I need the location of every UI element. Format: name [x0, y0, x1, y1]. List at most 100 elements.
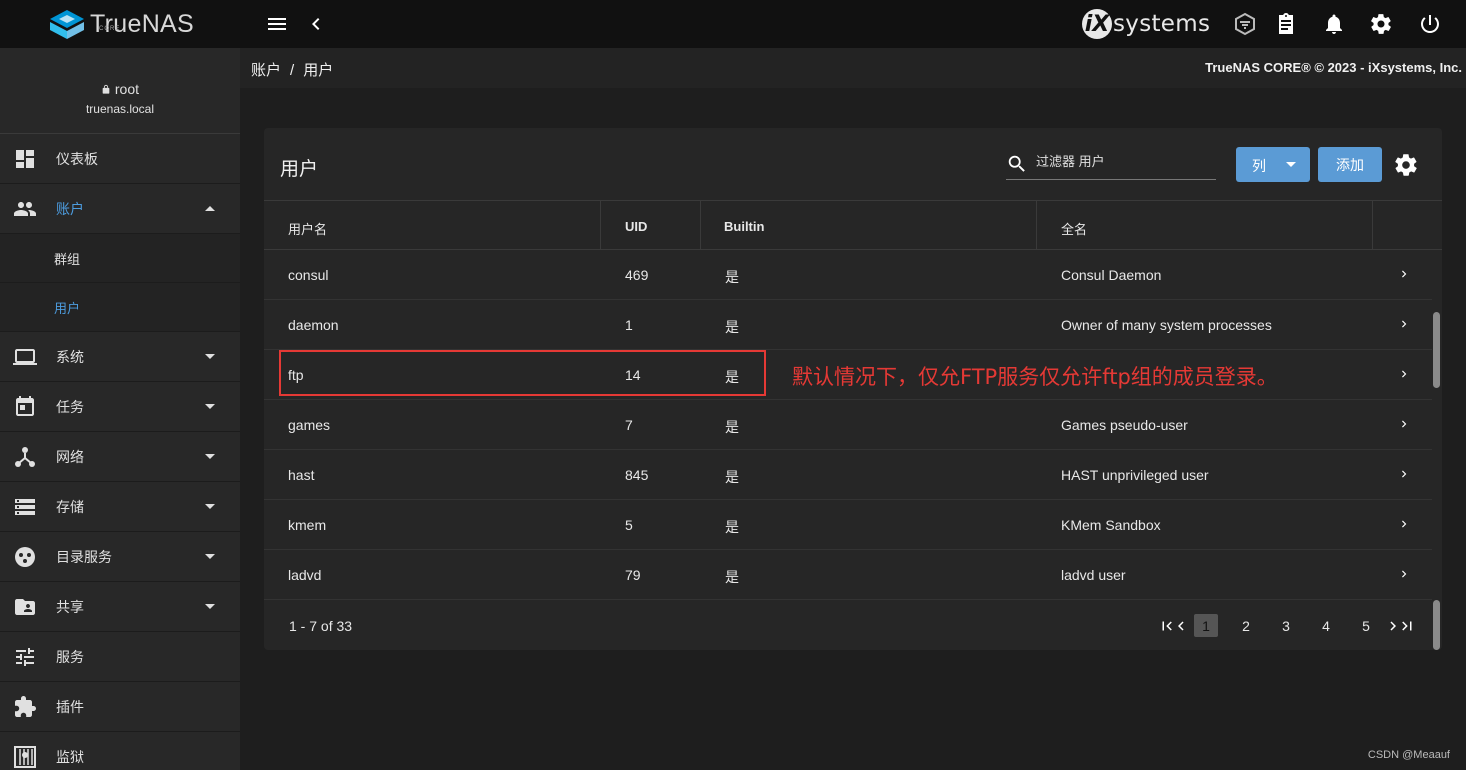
chevron-right-icon[interactable] [1397, 367, 1411, 381]
page-button[interactable]: 5 [1354, 614, 1378, 637]
cell-fullname: Games pseudo-user [1061, 417, 1188, 433]
columns-button-label: 列 [1252, 158, 1266, 174]
gear-icon[interactable] [1369, 12, 1393, 36]
search-icon [1008, 155, 1025, 172]
user-name-text: root [114, 81, 139, 97]
search-input[interactable] [1036, 154, 1211, 169]
cell-uid: 469 [625, 267, 649, 283]
calendar-icon [16, 396, 34, 416]
menu-icon[interactable] [265, 12, 289, 36]
directory-icon [15, 547, 35, 567]
storage-icon [15, 499, 35, 515]
chevron-right-icon[interactable] [1397, 317, 1411, 331]
sidebar-item-label: 监狱 [56, 748, 84, 765]
power-icon[interactable] [1418, 12, 1442, 36]
sidebar-item-storage[interactable]: 存储 [0, 482, 240, 532]
table-row[interactable]: consul 469 是 Consul Daemon [264, 250, 1432, 300]
truecommand-icon[interactable] [1233, 12, 1257, 36]
table-settings-gear-icon[interactable] [1393, 152, 1419, 178]
sidebar-item-dashboard[interactable]: 仪表板 [0, 134, 240, 184]
sidebar-subitem-users[interactable]: 用户 [0, 283, 240, 332]
table-row[interactable]: daemon 1 是 Owner of many system processe… [264, 300, 1432, 350]
logo-text: TrueNAS [90, 9, 194, 38]
sidebar-item-system[interactable]: 系统 [0, 332, 240, 382]
table-body: consul 469 是 Consul Daemon daemon 1 是 Ow… [264, 250, 1432, 600]
sidebar-item-label: 目录服务 [56, 548, 112, 565]
cell-builtin: 是 [725, 569, 739, 585]
page-button[interactable]: 1 [1194, 614, 1218, 637]
cell-uid: 5 [625, 517, 633, 533]
sidebar-item-tasks[interactable]: 任务 [0, 382, 240, 432]
user-name: root [0, 81, 240, 97]
page-scrollbar[interactable] [1433, 600, 1440, 650]
columns-button[interactable]: 列 [1236, 147, 1310, 182]
breadcrumb-users: 用户 [303, 62, 334, 79]
breadcrumb: 账户 / 用户 [251, 59, 333, 80]
cell-builtin: 是 [725, 269, 739, 285]
sidebar-item-jails[interactable]: 监狱 [0, 732, 240, 770]
cell-builtin: 是 [725, 469, 739, 485]
chevron-up-icon [205, 206, 215, 211]
network-icon [15, 447, 35, 467]
page-title: 用户 [280, 159, 319, 180]
sidebar-item-directory-services[interactable]: 目录服务 [0, 532, 240, 582]
previous-page-icon[interactable] [1172, 617, 1190, 635]
sidebar-item-sharing[interactable]: 共享 [0, 582, 240, 632]
column-header-uid[interactable]: UID [601, 201, 701, 250]
puzzle-icon [15, 696, 36, 717]
column-header-username[interactable]: 用户名 [264, 201, 601, 250]
table-row[interactable]: games 7 是 Games pseudo-user [264, 400, 1432, 450]
truenas-logo-icon [50, 10, 84, 39]
cell-username: hast [288, 467, 315, 483]
sidebar-subitem-label: 用户 [54, 300, 81, 316]
cell-uid: 79 [625, 567, 641, 583]
clipboard-icon[interactable] [1274, 12, 1298, 36]
cell-uid: 7 [625, 417, 633, 433]
table-row[interactable]: ladvd 79 是 ladvd user [264, 550, 1432, 600]
cell-builtin: 是 [725, 319, 739, 335]
logo-subtitle: CORE [99, 26, 121, 32]
column-header-fullname[interactable]: 全名 [1037, 201, 1373, 250]
breadcrumb-separator: / [290, 62, 295, 79]
sidebar-item-label: 共享 [56, 598, 84, 615]
chevron-down-icon [205, 404, 215, 409]
cell-fullname: HAST unprivileged user [1061, 467, 1209, 483]
sidebar-item-network[interactable]: 网络 [0, 432, 240, 482]
sidebar: root truenas.local 仪表板 账户 群组 用户 系统 任务 网络… [0, 48, 240, 770]
ix-mark: iX [1082, 9, 1112, 39]
chevron-right-icon[interactable] [1397, 417, 1411, 431]
page-button[interactable]: 4 [1314, 614, 1338, 637]
laptop-icon [13, 349, 37, 365]
chevron-right-icon[interactable] [1397, 467, 1411, 481]
sidebar-item-accounts[interactable]: 账户 [0, 184, 240, 234]
pagination-count: 1 - 7 of 33 [289, 618, 353, 634]
page-button[interactable]: 3 [1274, 614, 1298, 637]
user-info: root truenas.local [0, 48, 240, 134]
chevron-right-icon[interactable] [1397, 567, 1411, 581]
chevron-right-icon[interactable] [1397, 267, 1411, 281]
chevron-down-icon [205, 504, 215, 509]
sidebar-item-services[interactable]: 服务 [0, 632, 240, 682]
sidebar-subitem-groups[interactable]: 群组 [0, 234, 240, 283]
sidebar-item-label: 插件 [56, 698, 84, 715]
back-icon[interactable] [304, 12, 328, 36]
table-row[interactable]: hast 845 是 HAST unprivileged user [264, 450, 1432, 500]
cell-fullname: Consul Daemon [1061, 267, 1162, 283]
sidebar-item-plugins[interactable]: 插件 [0, 682, 240, 732]
ix-text: systems [1113, 11, 1211, 37]
table-scrollbar[interactable] [1433, 312, 1440, 388]
search-field[interactable] [1006, 150, 1216, 180]
sidebar-item-label: 系统 [56, 348, 84, 365]
table-row[interactable]: kmem 5 是 KMem Sandbox [264, 500, 1432, 550]
tune-icon [16, 648, 34, 666]
last-page-icon[interactable] [1398, 617, 1416, 635]
add-button[interactable]: 添加 [1318, 147, 1382, 182]
sidebar-item-label: 服务 [56, 648, 84, 665]
column-header-builtin[interactable]: Builtin [701, 201, 1037, 250]
chevron-right-icon[interactable] [1397, 517, 1411, 531]
breadcrumb-accounts[interactable]: 账户 [251, 62, 281, 79]
chevron-down-icon [205, 604, 215, 609]
truenas-logo[interactable]: TrueNAS [48, 8, 194, 40]
bell-icon[interactable] [1322, 12, 1346, 36]
page-button[interactable]: 2 [1234, 614, 1258, 637]
